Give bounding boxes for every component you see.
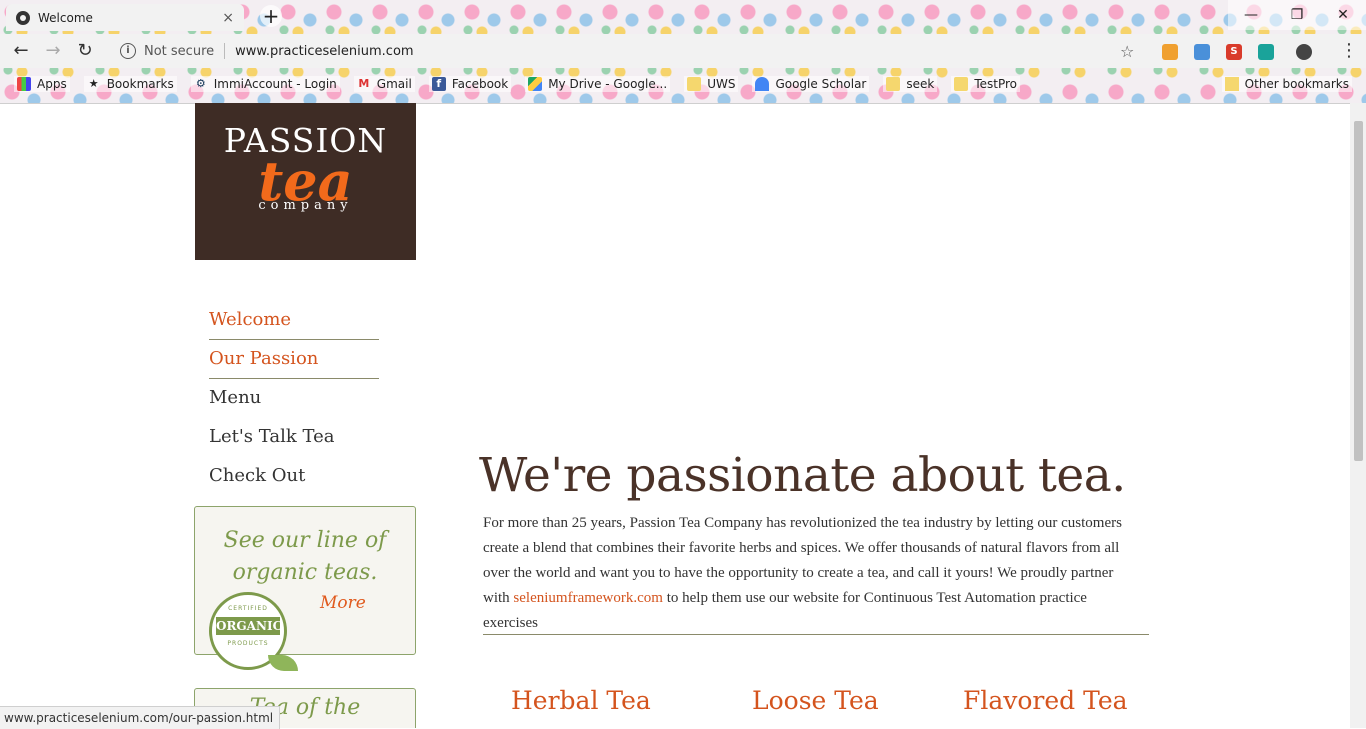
close-tab-icon[interactable]: × <box>222 10 234 26</box>
promo-line-1: See our line of <box>223 528 387 553</box>
bookmark-label: Other bookmarks <box>1244 77 1349 91</box>
window-controls: — ❐ ✕ <box>1228 0 1366 30</box>
close-window-icon[interactable]: ✕ <box>1320 0 1366 30</box>
nav-menu[interactable]: Menu <box>209 379 379 418</box>
extension-s-icon[interactable]: S <box>1226 44 1242 60</box>
badge-main-text: ORGANIC <box>216 617 283 635</box>
page-scrollbar[interactable] <box>1350 103 1366 728</box>
browser-tab[interactable]: Welcome × <box>6 4 244 31</box>
folder-icon <box>687 77 702 91</box>
folder-icon <box>1224 77 1239 91</box>
bookmark-label: ImmiAccount - Login <box>213 77 337 91</box>
new-tab-button[interactable]: + <box>260 5 282 27</box>
bookmark-label: Bookmarks <box>106 77 174 91</box>
content-divider <box>483 634 1149 635</box>
intro-paragraph: For more than 25 years, Passion Tea Comp… <box>483 511 1123 636</box>
bookmark-other[interactable]: Other bookmarks <box>1221 76 1352 92</box>
scrollbar-thumb[interactable] <box>1354 121 1363 461</box>
logo-line-company: company <box>258 198 353 213</box>
bookmark-testpro[interactable]: TestPro <box>951 76 1021 92</box>
site-logo[interactable]: PASSION tea company <box>195 103 416 260</box>
bookmark-star-icon[interactable]: ☆ <box>1120 42 1134 61</box>
nav-welcome[interactable]: Welcome <box>209 301 379 340</box>
scholar-icon <box>755 77 770 91</box>
bookmark-bookmarks[interactable]: ★ Bookmarks <box>83 76 177 92</box>
google-drive-icon <box>528 77 543 91</box>
bookmark-my-drive[interactable]: My Drive - Google... <box>525 76 671 92</box>
gear-icon: ⚙ <box>195 77 206 90</box>
bookmark-google-scholar[interactable]: Google Scholar <box>752 76 870 92</box>
bookmark-label: TestPro <box>974 77 1018 91</box>
bookmark-immiaccount[interactable]: ⚙ ImmiAccount - Login <box>190 76 340 92</box>
facebook-icon: f <box>431 77 446 91</box>
herbal-tea-heading[interactable]: Herbal Tea <box>511 686 651 715</box>
loose-tea-heading[interactable]: Loose Tea <box>752 686 879 715</box>
address-bar[interactable]: i Not secure www.practiceselenium.com <box>108 38 1148 64</box>
profile-avatar[interactable] <box>1296 44 1312 60</box>
bookmark-label: UWS <box>707 77 736 91</box>
nav-our-passion[interactable]: Our Passion <box>209 340 379 379</box>
bookmark-label: My Drive - Google... <box>548 77 668 91</box>
bookmark-facebook[interactable]: f Facebook <box>428 76 512 92</box>
side-navigation: Welcome Our Passion Menu Let's Talk Tea … <box>209 301 379 496</box>
star-icon: ★ <box>88 77 99 90</box>
apps-grid-icon <box>17 77 31 91</box>
bookmark-label: Apps <box>37 77 67 91</box>
browser-menu-icon[interactable]: ⋮ <box>1340 40 1358 61</box>
back-arrow-icon[interactable]: ← <box>8 38 34 64</box>
promo-text: See our line of organic teas. <box>195 525 415 589</box>
page-headline: We're passionate about tea. <box>479 448 1126 503</box>
bookmark-label: Facebook <box>451 77 509 91</box>
certified-organic-badge: CERTIFIED ORGANIC PRODUCTS <box>209 592 298 671</box>
nav-check-out[interactable]: Check Out <box>209 457 379 496</box>
folder-icon <box>954 77 969 91</box>
tab-title: Welcome <box>38 10 93 25</box>
badge-top-text: CERTIFIED <box>228 605 268 612</box>
bookmark-seek[interactable]: seek <box>883 76 938 92</box>
bookmark-gmail[interactable]: M Gmail <box>353 76 415 92</box>
url-text[interactable]: www.practiceselenium.com <box>235 44 413 59</box>
promo-line-2: organic teas. <box>232 560 378 585</box>
leaf-icon <box>268 655 298 671</box>
bookmark-label: seek <box>906 77 935 91</box>
status-bar-url: www.practiceselenium.com/our-passion.htm… <box>0 706 281 729</box>
seleniumframework-link[interactable]: seleniumframework.com <box>513 590 663 606</box>
info-icon[interactable]: i <box>120 43 136 59</box>
security-status: Not secure <box>144 43 215 59</box>
forward-arrow-icon[interactable]: → <box>40 38 66 64</box>
organic-teas-promo[interactable]: See our line of organic teas. More CERTI… <box>194 506 416 671</box>
restore-icon[interactable]: ❐ <box>1274 0 1320 30</box>
page-content: PASSION tea company Welcome Our Passion … <box>0 103 1350 728</box>
bookmark-label: Gmail <box>376 77 412 91</box>
nav-lets-talk-tea[interactable]: Let's Talk Tea <box>209 418 379 457</box>
bookmarks-bar: Apps ★ Bookmarks ⚙ ImmiAccount - Login M Gm… <box>0 70 1366 98</box>
folder-icon <box>886 77 901 91</box>
flavored-tea-heading[interactable]: Flavored Tea <box>963 686 1128 715</box>
extension-icon[interactable] <box>1162 44 1178 60</box>
browser-toolbar: ← → ↻ i Not secure www.practiceselenium.… <box>0 34 1366 68</box>
address-separator <box>224 43 226 59</box>
extension-icon[interactable] <box>1194 44 1210 60</box>
badge-bottom-text: PRODUCTS <box>227 640 269 647</box>
reload-icon[interactable]: ↻ <box>72 38 98 64</box>
page-favicon-icon <box>16 10 30 25</box>
browser-chrome: Welcome × + — ❐ ✕ ← → ↻ i Not secure www… <box>0 0 1366 104</box>
minimize-icon[interactable]: — <box>1228 0 1274 30</box>
bookmark-uws[interactable]: UWS <box>684 76 739 92</box>
extension-icon[interactable] <box>1258 44 1274 60</box>
gmail-icon: M <box>358 77 370 90</box>
bookmark-label: Google Scholar <box>775 77 867 91</box>
promo-more-link[interactable]: More <box>320 593 366 613</box>
bookmark-apps[interactable]: Apps <box>14 76 70 92</box>
